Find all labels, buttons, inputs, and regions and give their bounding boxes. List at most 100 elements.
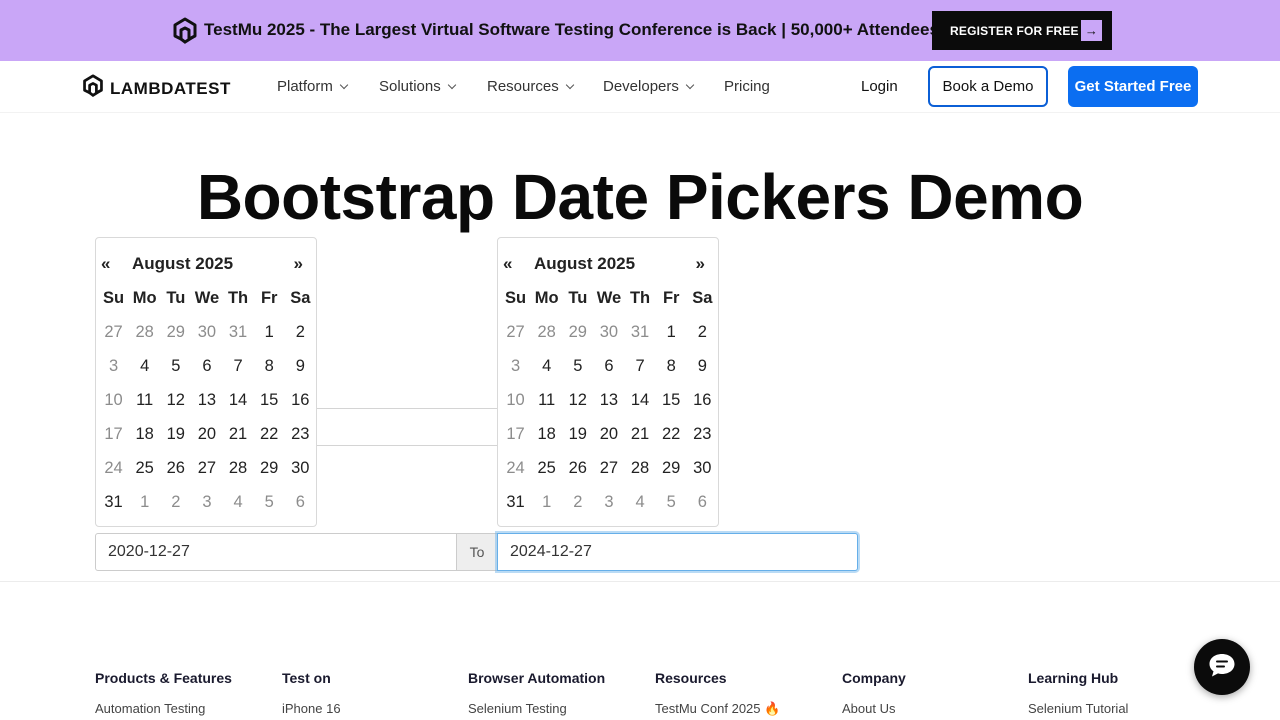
calendar-day[interactable]: 2	[285, 323, 316, 342]
calendar-day[interactable]: 28	[531, 323, 562, 342]
calendar-day[interactable]: 8	[254, 357, 285, 376]
calendar-day[interactable]: 22	[254, 425, 285, 444]
footer-link[interactable]: About Us	[842, 701, 906, 716]
footer-link[interactable]: Selenium Testing	[468, 701, 605, 716]
calendar-day[interactable]: 6	[285, 493, 316, 512]
calendar-day[interactable]: 27	[500, 323, 531, 342]
nav-item-resources[interactable]: Resources	[487, 78, 574, 95]
calendar-day[interactable]: 6	[687, 493, 718, 512]
calendar-month-title[interactable]: August 2025	[132, 254, 233, 274]
calendar-day[interactable]: 20	[593, 425, 624, 444]
calendar-day[interactable]: 2	[687, 323, 718, 342]
calendar-day[interactable]: 1	[254, 323, 285, 342]
calendar-day[interactable]: 30	[687, 459, 718, 478]
calendar-day[interactable]: 5	[160, 357, 191, 376]
calendar-day[interactable]: 17	[500, 425, 531, 444]
calendar-day[interactable]: 31	[223, 323, 254, 342]
calendar-day[interactable]: 23	[687, 425, 718, 444]
calendar-day[interactable]: 29	[254, 459, 285, 478]
calendar-day[interactable]: 6	[593, 357, 624, 376]
brand-logo[interactable]: LAMBDATEST	[82, 73, 231, 104]
calendar-day[interactable]: 1	[656, 323, 687, 342]
nav-item-pricing[interactable]: Pricing	[724, 78, 770, 95]
calendar-day[interactable]: 8	[656, 357, 687, 376]
calendar-day[interactable]: 9	[687, 357, 718, 376]
calendar-day[interactable]: 16	[687, 391, 718, 410]
nav-item-developers[interactable]: Developers	[603, 78, 695, 95]
register-button[interactable]: REGISTER FOR FREE →	[932, 11, 1112, 50]
calendar-day[interactable]: 27	[191, 459, 222, 478]
calendar-day[interactable]: 7	[625, 357, 656, 376]
calendar-day[interactable]: 19	[562, 425, 593, 444]
calendar-day[interactable]: 27	[98, 323, 129, 342]
calendar-day[interactable]: 20	[191, 425, 222, 444]
calendar-day[interactable]: 11	[531, 391, 562, 410]
calendar-day[interactable]: 1	[531, 493, 562, 512]
calendar-day[interactable]: 10	[500, 391, 531, 410]
calendar-day[interactable]: 12	[160, 391, 191, 410]
calendar-day[interactable]: 15	[656, 391, 687, 410]
calendar-day[interactable]: 28	[129, 323, 160, 342]
calendar-month-title[interactable]: August 2025	[534, 254, 635, 274]
chat-button[interactable]	[1194, 639, 1250, 695]
end-date-input[interactable]: 2024-12-27	[497, 533, 858, 571]
calendar-day[interactable]: 26	[562, 459, 593, 478]
calendar-day[interactable]: 9	[285, 357, 316, 376]
calendar-day[interactable]: 31	[500, 493, 531, 512]
calendar-day[interactable]: 3	[593, 493, 624, 512]
calendar-day[interactable]: 21	[625, 425, 656, 444]
nav-item-platform[interactable]: Platform	[277, 78, 349, 95]
calendar-day[interactable]: 19	[160, 425, 191, 444]
calendar-day[interactable]: 30	[191, 323, 222, 342]
calendar-day[interactable]: 2	[160, 493, 191, 512]
calendar-day[interactable]: 18	[531, 425, 562, 444]
calendar-day[interactable]: 28	[223, 459, 254, 478]
calendar-day[interactable]: 12	[562, 391, 593, 410]
calendar-day[interactable]: 5	[254, 493, 285, 512]
footer-link[interactable]: Selenium Tutorial	[1028, 701, 1128, 716]
nav-item-solutions[interactable]: Solutions	[379, 78, 456, 95]
calendar-day[interactable]: 7	[223, 357, 254, 376]
calendar-day[interactable]: 26	[160, 459, 191, 478]
footer-link[interactable]: TestMu Conf 2025 🔥	[655, 701, 780, 717]
calendar-day[interactable]: 10	[98, 391, 129, 410]
calendar-day[interactable]: 29	[160, 323, 191, 342]
calendar-day[interactable]: 11	[129, 391, 160, 410]
start-date-input[interactable]: 2020-12-27	[95, 533, 457, 571]
calendar-day[interactable]: 4	[129, 357, 160, 376]
calendar-day[interactable]: 3	[500, 357, 531, 376]
calendar-day[interactable]: 25	[531, 459, 562, 478]
prev-month-button[interactable]: «	[503, 254, 512, 274]
calendar-day[interactable]: 17	[98, 425, 129, 444]
calendar-day[interactable]: 4	[531, 357, 562, 376]
login-link[interactable]: Login	[861, 78, 898, 95]
calendar-day[interactable]: 29	[656, 459, 687, 478]
calendar-day[interactable]: 25	[129, 459, 160, 478]
calendar-day[interactable]: 28	[625, 459, 656, 478]
calendar-day[interactable]: 13	[191, 391, 222, 410]
calendar-day[interactable]: 24	[500, 459, 531, 478]
calendar-day[interactable]: 22	[656, 425, 687, 444]
calendar-day[interactable]: 23	[285, 425, 316, 444]
next-month-button[interactable]: »	[696, 254, 705, 274]
calendar-day[interactable]: 16	[285, 391, 316, 410]
calendar-day[interactable]: 3	[98, 357, 129, 376]
calendar-day[interactable]: 4	[223, 493, 254, 512]
calendar-day[interactable]: 3	[191, 493, 222, 512]
calendar-day[interactable]: 30	[285, 459, 316, 478]
calendar-day[interactable]: 15	[254, 391, 285, 410]
calendar-day[interactable]: 6	[191, 357, 222, 376]
calendar-day[interactable]: 27	[593, 459, 624, 478]
footer-link[interactable]: iPhone 16	[282, 701, 341, 716]
next-month-button[interactable]: »	[294, 254, 303, 274]
book-demo-button[interactable]: Book a Demo	[928, 66, 1048, 107]
calendar-day[interactable]: 1	[129, 493, 160, 512]
calendar-day[interactable]: 14	[625, 391, 656, 410]
footer-link[interactable]: Automation Testing	[95, 701, 232, 716]
calendar-day[interactable]: 5	[562, 357, 593, 376]
calendar-day[interactable]: 29	[562, 323, 593, 342]
calendar-day[interactable]: 13	[593, 391, 624, 410]
calendar-day[interactable]: 31	[98, 493, 129, 512]
prev-month-button[interactable]: «	[101, 254, 110, 274]
calendar-day[interactable]: 31	[625, 323, 656, 342]
